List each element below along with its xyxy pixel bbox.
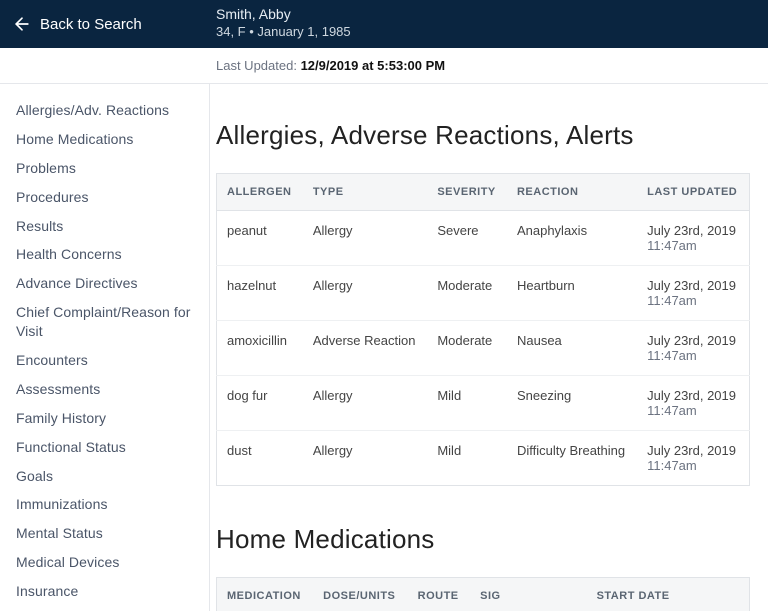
table-cell: Moderate — [427, 321, 507, 376]
back-to-search-button[interactable]: Back to Search — [12, 14, 142, 34]
column-header: ALLERGEN — [217, 174, 303, 211]
table-cell: dog fur — [217, 376, 303, 431]
allergies-section-title: Allergies, Adverse Reactions, Alerts — [216, 120, 750, 151]
table-cell: Mild — [427, 376, 507, 431]
table-cell: peanut — [217, 211, 303, 266]
patient-name: Smith, Abby — [216, 6, 351, 22]
sidebar-item[interactable]: Mental Status — [10, 519, 209, 548]
column-header: TYPE — [303, 174, 428, 211]
arrow-left-icon — [12, 14, 32, 34]
table-cell: Difficulty Breathing — [507, 431, 637, 486]
last-updated-bar: Last Updated: 12/9/2019 at 5:53:00 PM — [0, 48, 768, 84]
table-cell-updated: July 23rd, 201911:47am — [637, 211, 749, 266]
table-cell-updated: July 23rd, 201911:47am — [637, 431, 749, 486]
allergies-table: ALLERGENTYPESEVERITYREACTIONLAST UPDATED… — [216, 173, 750, 486]
table-cell: Mild — [427, 431, 507, 486]
sidebar-item[interactable]: Assessments — [10, 375, 209, 404]
table-cell: Allergy — [303, 266, 428, 321]
table-cell: Anaphylaxis — [507, 211, 637, 266]
column-header: SEVERITY — [427, 174, 507, 211]
sidebar-item[interactable]: Chief Complaint/Reason for Visit — [10, 298, 209, 346]
main-content: Allergies, Adverse Reactions, Alerts ALL… — [210, 84, 768, 611]
table-row: hazelnutAllergyModerateHeartburnJuly 23r… — [217, 266, 750, 321]
sidebar-item[interactable]: Health Concerns — [10, 240, 209, 269]
table-cell: Moderate — [427, 266, 507, 321]
column-header: DOSE/UNITS — [313, 578, 407, 612]
table-cell: amoxicillin — [217, 321, 303, 376]
table-cell-updated: July 23rd, 201911:47am — [637, 266, 749, 321]
table-cell: dust — [217, 431, 303, 486]
table-cell: Allergy — [303, 431, 428, 486]
table-cell: Adverse Reaction — [303, 321, 428, 376]
sidebar-item[interactable]: Problems — [10, 154, 209, 183]
table-cell-updated: July 23rd, 201911:47am — [637, 376, 749, 431]
table-cell: Severe — [427, 211, 507, 266]
medications-section-title: Home Medications — [216, 524, 750, 555]
column-header: ROUTE — [408, 578, 470, 612]
patient-header: Smith, Abby 34, F • January 1, 1985 — [216, 6, 351, 39]
table-row: dustAllergyMildDifficulty BreathingJuly … — [217, 431, 750, 486]
sidebar-nav: Allergies/Adv. ReactionsHome Medications… — [0, 84, 210, 611]
table-row: amoxicillinAdverse ReactionModerateNause… — [217, 321, 750, 376]
back-label: Back to Search — [40, 16, 142, 33]
table-cell: Allergy — [303, 376, 428, 431]
last-updated-prefix: Last Updated: — [216, 58, 301, 73]
table-cell: hazelnut — [217, 266, 303, 321]
table-cell: Heartburn — [507, 266, 637, 321]
patient-meta: 34, F • January 1, 1985 — [216, 24, 351, 39]
top-bar: Back to Search Smith, Abby 34, F • Janua… — [0, 0, 768, 48]
sidebar-item[interactable]: Procedures — [10, 183, 209, 212]
sidebar-item[interactable]: Advance Directives — [10, 269, 209, 298]
sidebar-item[interactable]: Medical Devices — [10, 548, 209, 577]
sidebar-item[interactable]: Results — [10, 212, 209, 241]
column-header: START DATE — [587, 578, 750, 612]
sidebar-item[interactable]: Allergies/Adv. Reactions — [10, 96, 209, 125]
table-cell-updated: July 23rd, 201911:47am — [637, 321, 749, 376]
table-cell: Sneezing — [507, 376, 637, 431]
sidebar-item[interactable]: Immunizations — [10, 490, 209, 519]
last-updated-value: 12/9/2019 at 5:53:00 PM — [301, 58, 446, 73]
table-cell: Allergy — [303, 211, 428, 266]
column-header: MEDICATION — [217, 578, 314, 612]
sidebar-item[interactable]: Encounters — [10, 346, 209, 375]
medications-table: MEDICATIONDOSE/UNITSROUTESIGSTART DATE A… — [216, 577, 750, 611]
sidebar-item[interactable]: Family History — [10, 404, 209, 433]
sidebar-item[interactable]: Functional Status — [10, 433, 209, 462]
table-row: dog furAllergyMildSneezingJuly 23rd, 201… — [217, 376, 750, 431]
sidebar-item[interactable]: Treatment Plan — [10, 606, 209, 611]
sidebar-item[interactable]: Goals — [10, 462, 209, 491]
column-header: REACTION — [507, 174, 637, 211]
table-row: peanutAllergySevereAnaphylaxisJuly 23rd,… — [217, 211, 750, 266]
table-cell: Nausea — [507, 321, 637, 376]
column-header: SIG — [470, 578, 586, 612]
column-header: LAST UPDATED — [637, 174, 749, 211]
sidebar-item[interactable]: Home Medications — [10, 125, 209, 154]
sidebar-item[interactable]: Insurance — [10, 577, 209, 606]
